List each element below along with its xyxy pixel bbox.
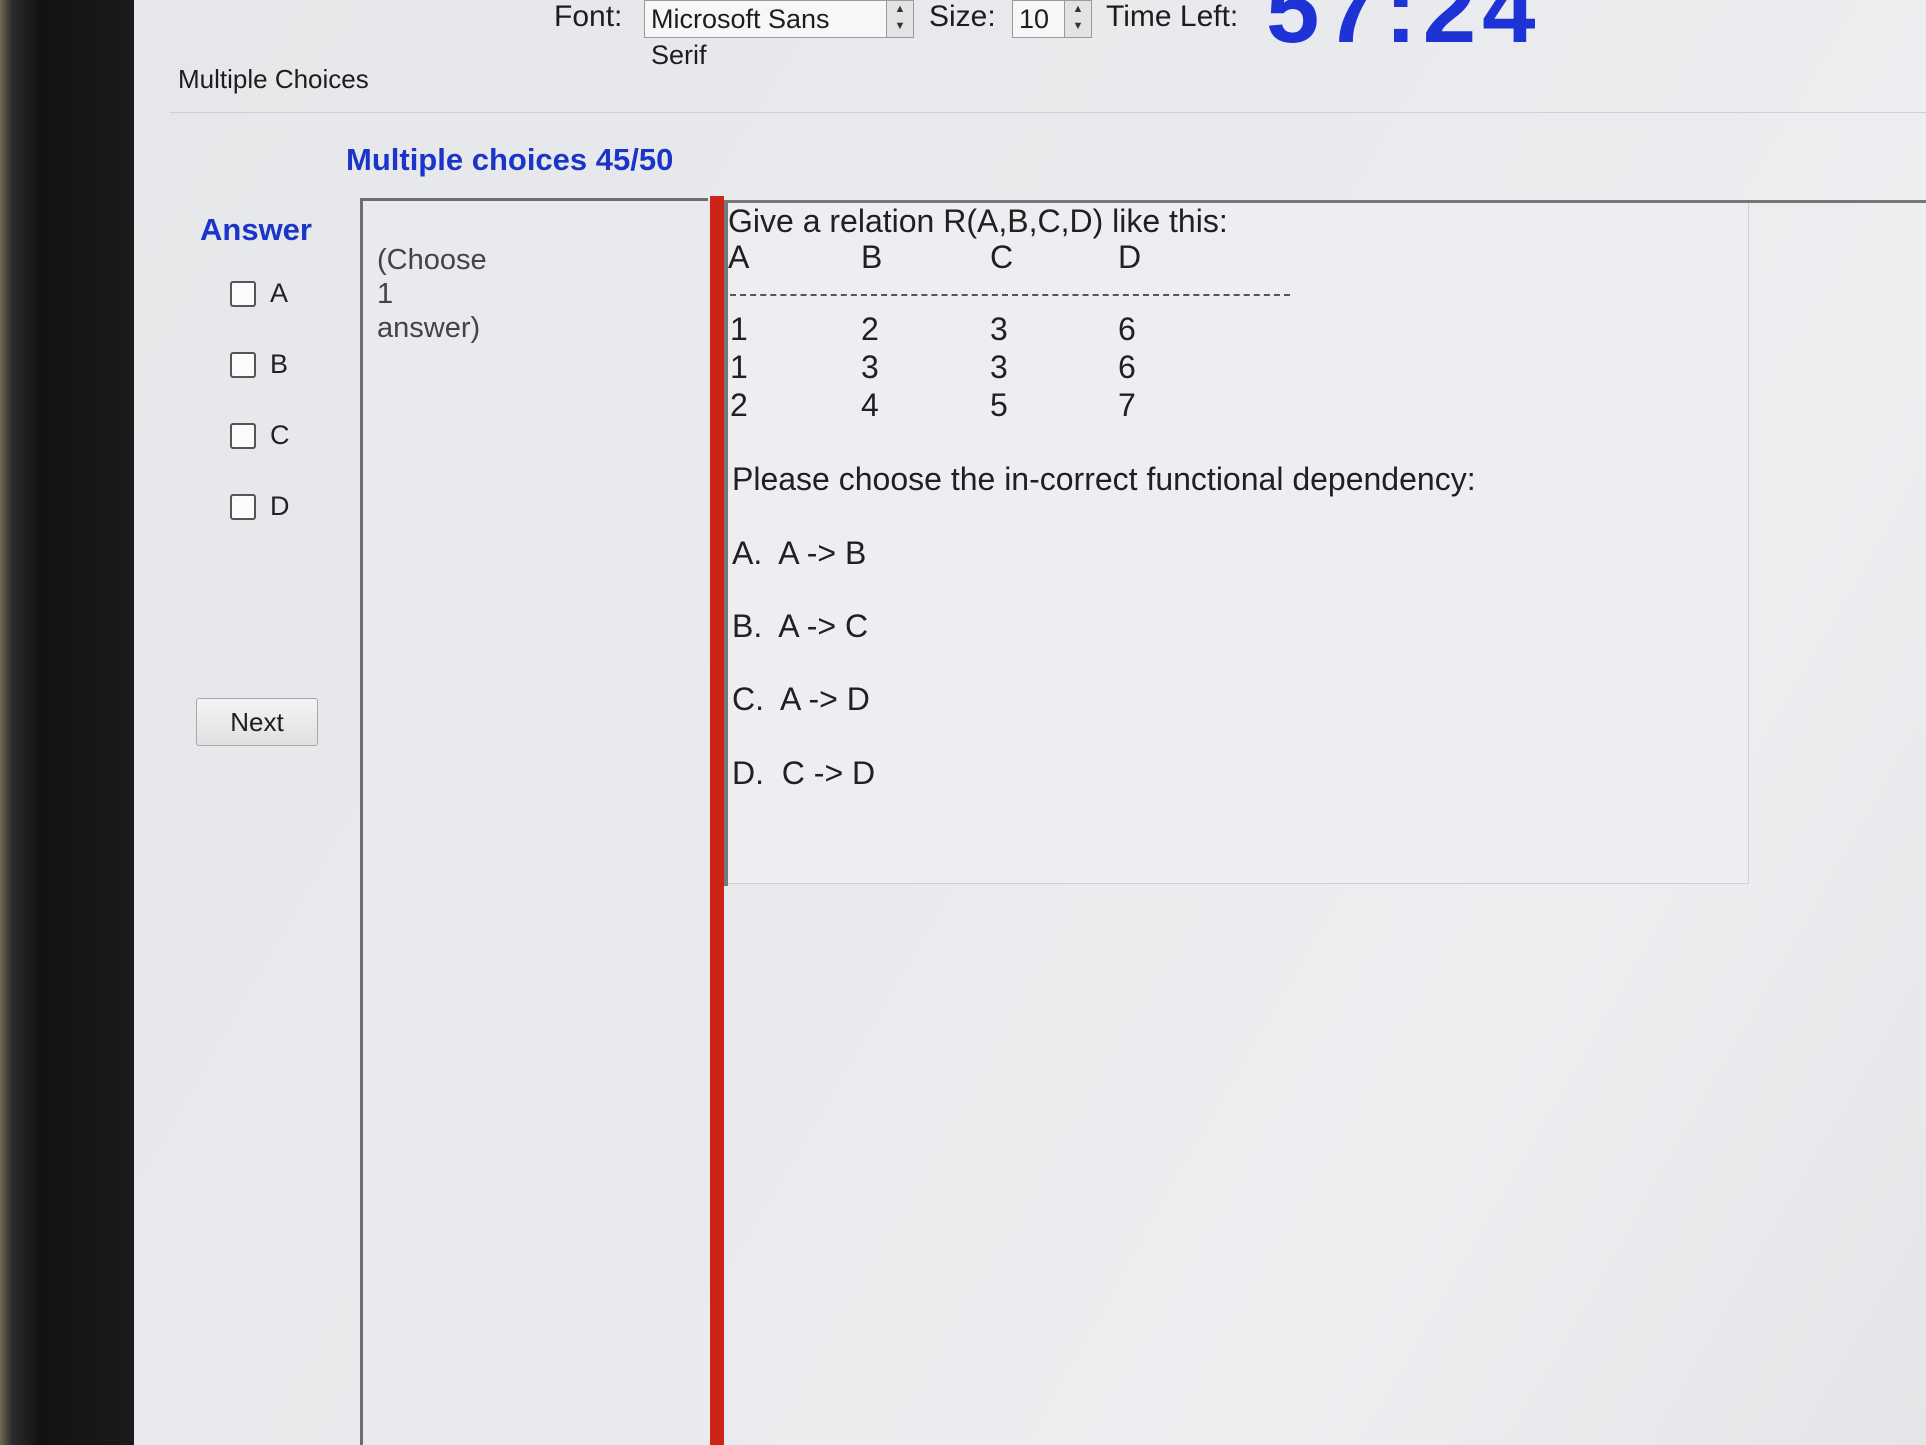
table-cell: 1 [730,349,748,385]
size-label: Size: [929,0,996,33]
table-header-b: B [861,239,883,275]
table-header-a: A [728,239,750,275]
table-cell: 3 [990,349,1008,385]
instruction-line: answer) [377,312,481,344]
table-cell: 6 [1118,349,1136,385]
choice-c: C. A -> D [732,681,870,718]
question-panel: Give a relation R(A,B,C,D) like this: A … [728,203,1749,884]
next-button[interactable]: Next [196,698,318,746]
option-label: C [270,420,290,450]
table-header-c: C [990,239,1014,275]
spin-down-icon[interactable]: ▼ [887,18,913,35]
size-input[interactable]: 10 [1012,0,1066,38]
checkbox-a[interactable] [230,280,256,307]
time-left-label: Time Left: [1106,0,1239,33]
table-cell: 2 [730,387,748,423]
instruction-text: (Choose 1 answer) [377,243,577,345]
table-cell: 7 [1118,387,1136,423]
choice-b: B. A -> C [732,608,868,645]
size-spinner[interactable]: ▲ ▼ [1064,0,1092,38]
question-intro: Give a relation R(A,B,C,D) like this: [728,203,1228,239]
instruction-panel: (Choose 1 answer) [360,198,708,1445]
question-progress-title: Multiple choices 45/50 [346,142,674,177]
table-separator [730,294,1290,296]
spin-up-icon[interactable]: ▲ [1065,1,1091,18]
choice-letter: D. [732,755,764,791]
checkbox-d[interactable] [230,493,256,520]
panel-divider [710,196,724,1445]
option-label: A [270,278,289,308]
choice-letter: A. [732,535,763,571]
answer-option-a[interactable]: A [230,278,288,309]
font-label: Font: [554,0,623,33]
spin-up-icon[interactable]: ▲ [887,1,913,18]
option-label: B [270,349,289,379]
table-cell: 4 [861,387,879,423]
choice-text: A -> D [780,681,870,717]
answer-heading: Answer [200,212,312,247]
font-select[interactable]: Microsoft Sans Serif [644,0,888,70]
instruction-line: 1 [377,278,394,310]
table-header-d: D [1118,239,1142,275]
table-cell: 3 [861,349,879,385]
table-cell: 6 [1118,311,1136,347]
choice-text: C -> D [781,755,876,791]
instruction-line: (Choose [377,244,487,276]
group-divider [170,112,1926,113]
answer-option-d[interactable]: D [230,491,290,522]
choice-text: A -> C [778,608,869,644]
choice-text: A -> B [778,535,867,571]
answer-option-c[interactable]: C [230,420,290,451]
spin-down-icon[interactable]: ▼ [1065,18,1091,35]
question-prompt: Please choose the in-correct functional … [732,461,1476,497]
monitor-bezel [0,0,134,1445]
choice-letter: C. [732,681,764,717]
table-cell: 3 [990,311,1008,347]
checkbox-b[interactable] [230,351,256,378]
font-spinner[interactable]: ▲ ▼ [886,0,914,38]
exam-window: Font: Microsoft Sans Serif ▲ ▼ Size: 10 … [134,0,1926,1445]
option-label: D [270,491,290,521]
table-cell: 2 [861,311,879,347]
table-cell: 1 [730,311,748,347]
answer-option-b[interactable]: B [230,349,288,380]
checkbox-c[interactable] [230,422,256,449]
choice-d: D. C -> D [732,755,875,792]
countdown-timer: 57:24 [1266,0,1542,63]
choice-letter: B. [732,608,763,644]
toolbar: Font: Microsoft Sans Serif ▲ ▼ Size: 10 … [134,0,1926,70]
group-label: Multiple Choices [178,64,369,94]
choice-a: A. A -> B [732,535,866,572]
table-cell: 5 [990,387,1008,423]
